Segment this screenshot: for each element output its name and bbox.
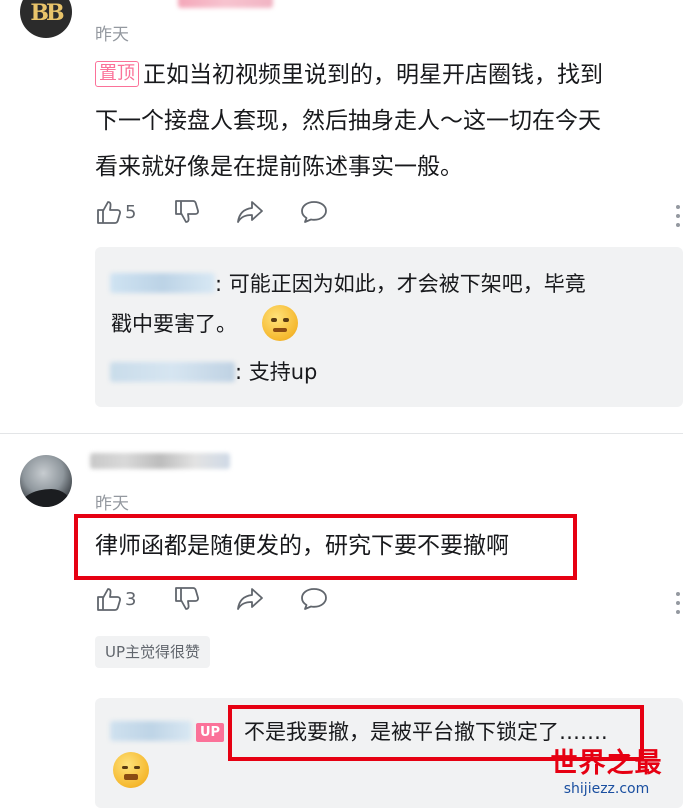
up-badge: UP <box>196 723 225 742</box>
comment-time: 昨天 <box>95 25 129 45</box>
watermark-title: 世界之最 <box>550 748 663 779</box>
reply-text: : 可能正因为如此，才会被下架吧，毕竟 <box>215 272 586 296</box>
avatar-text: BB <box>30 0 64 26</box>
share-icon <box>237 588 263 610</box>
dislike-button[interactable] <box>173 585 201 613</box>
tired-face-emoji <box>113 752 149 788</box>
thumbs-up-icon <box>97 588 122 611</box>
reply-text: 戳中要害了。 <box>111 312 237 336</box>
reply-button[interactable] <box>299 198 329 226</box>
thinking-face-emoji <box>262 305 298 341</box>
username-blurred[interactable] <box>90 453 230 469</box>
comment-time: 昨天 <box>95 494 129 514</box>
share-icon <box>237 201 263 223</box>
reply-button[interactable] <box>299 585 329 613</box>
comment-content: 置顶 正如当初视频里说到的，明星开店圈钱，找到 下一个接盘人套现，然后抽身走人～这… <box>95 61 603 180</box>
more-options-icon[interactable] <box>676 592 683 619</box>
like-count: 3 <box>125 588 137 610</box>
thumbs-up-icon <box>97 201 122 224</box>
like-button[interactable]: 5 <box>95 198 136 226</box>
like-button[interactable]: 3 <box>95 585 136 613</box>
comment-bubble-icon <box>301 201 327 223</box>
reply-username-blurred[interactable] <box>110 721 192 741</box>
comment-bubble-icon <box>301 588 327 610</box>
user-avatar[interactable] <box>20 455 72 507</box>
comment-actions: 3 <box>95 585 655 617</box>
dislike-button[interactable] <box>173 198 201 226</box>
highlight-box <box>74 514 577 580</box>
username-blurred[interactable] <box>178 0 273 8</box>
watermark-url: shijiezz.com <box>563 781 650 797</box>
more-options-icon[interactable] <box>676 205 683 232</box>
pinned-badge: 置顶 <box>95 61 139 87</box>
reply-username-blurred[interactable] <box>110 273 215 293</box>
site-watermark: 世界之最 shijiezz.com <box>530 748 683 798</box>
reply-username-blurred[interactable] <box>110 362 235 382</box>
up-liked-tag: UP主觉得很赞 <box>95 636 211 668</box>
comment-actions: 5 <box>95 198 655 230</box>
share-button[interactable] <box>235 198 265 226</box>
thumbs-down-icon <box>175 200 200 223</box>
user-avatar[interactable]: BB <box>20 0 72 38</box>
reply-text: : 支持up <box>235 360 318 384</box>
share-button[interactable] <box>235 585 265 613</box>
thumbs-down-icon <box>175 587 200 610</box>
comment-divider <box>0 433 683 434</box>
like-count: 5 <box>125 201 137 223</box>
